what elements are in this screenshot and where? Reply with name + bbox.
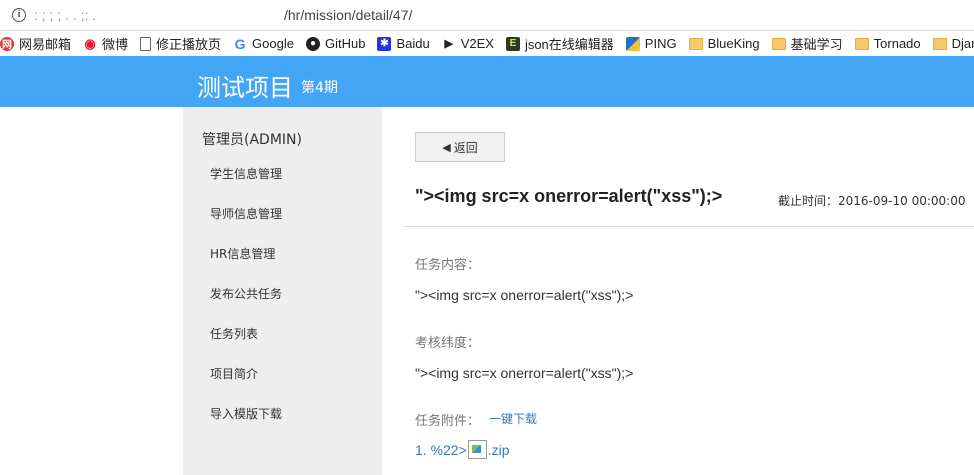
sidebar-item-publish-task[interactable]: 发布公共任务 <box>210 285 282 302</box>
back-button[interactable]: ◀ 返回 <box>415 132 505 162</box>
bookmark-label: Djan <box>951 36 974 51</box>
back-label: 返回 <box>453 140 478 155</box>
google-icon: G <box>234 35 246 52</box>
project-period: 第4期 <box>301 80 338 96</box>
bookmark-label: 修正播放页 <box>156 37 222 52</box>
bookmark-github[interactable]: ● GitHub <box>305 36 366 51</box>
bookmark-label: Tornado <box>873 36 921 51</box>
bookmark-label: json在线编辑器 <box>524 37 614 52</box>
sidebar: 管理员(ADMIN) 学生信息管理 导师信息管理 HR信息管理 发布公共任务 任… <box>183 107 382 475</box>
download-all-link[interactable]: 一键下载 <box>489 410 537 427</box>
address-bar[interactable]: i : ; ; ; . . ;: . /hr/mission/detail/47/ <box>0 0 974 31</box>
url-text[interactable]: : ; ; ; . . ;: . /hr/mission/detail/47/ <box>34 7 412 23</box>
sidebar-item-template-download[interactable]: 导入模版下载 <box>210 405 282 422</box>
attachments-label: 任务附件： <box>415 414 481 429</box>
bookmark-weibo[interactable]: ◉ 微博 <box>83 34 128 53</box>
baidu-icon: ✱ <box>377 36 392 51</box>
site-header: 测试项目 第4期 <box>0 56 974 107</box>
bookmark-label: BlueKing <box>707 36 760 51</box>
bookmark-label: V2EX <box>460 36 494 51</box>
bookmark-baidu[interactable]: ✱ Baidu <box>377 36 430 51</box>
page-icon <box>140 36 152 51</box>
netease-icon: 网 <box>0 36 14 51</box>
info-icon[interactable]: i <box>12 8 26 22</box>
bookmark-netease[interactable]: 网网易邮箱 <box>0 34 71 53</box>
bookmarks-bar: 网网易邮箱 ◉ 微博 修正播放页 G Google ● GitHub ✱ Baidu ▶… <box>0 31 974 56</box>
sidebar-item-project-intro[interactable]: 项目简介 <box>210 365 258 382</box>
bookmark-label: Google <box>252 36 294 51</box>
url-masked-host: : ; ; ; . . ;: . <box>34 7 97 23</box>
task-title: "><img src=x onerror=alert("xss");> <box>415 186 723 206</box>
json-icon: E <box>505 36 520 51</box>
bookmark-label: 微博 <box>102 37 129 52</box>
deadline: 截止时间：2016-09-10 00:00:00 <box>778 192 965 209</box>
arrow-left-icon: ◀ <box>442 140 451 154</box>
bookmark-json[interactable]: Ejson在线编辑器 <box>505 34 614 53</box>
deadline-label: 截止时间： <box>778 194 839 208</box>
url-path: /hr/mission/detail/47/ <box>284 7 413 23</box>
bookmark-label: GitHub <box>324 36 366 51</box>
attachment-link[interactable]: 1. %22> .zip <box>415 440 510 459</box>
ping-icon <box>625 36 640 51</box>
sidebar-item-task-list[interactable]: 任务列表 <box>210 325 258 342</box>
attachment-suffix: .zip <box>487 441 510 458</box>
folder-icon <box>854 37 869 50</box>
sidebar-user: 管理员(ADMIN) <box>202 132 302 148</box>
attachment-prefix: 1. %22> <box>415 441 467 458</box>
folder-icon <box>688 37 703 50</box>
sidebar-item-hr-management[interactable]: HR信息管理 <box>210 245 275 262</box>
deadline-value: 2016-09-10 00:00:00 <box>838 194 966 208</box>
folder-icon <box>771 37 786 50</box>
sidebar-item-mentor-management[interactable]: 导师信息管理 <box>210 205 282 222</box>
bookmark-google[interactable]: G Google <box>233 35 294 52</box>
task-content-label: 任务内容： <box>415 258 481 273</box>
bookmark-basics[interactable]: 基础学习 <box>771 34 843 53</box>
divider <box>403 226 974 227</box>
bookmark-label: 基础学习 <box>790 37 843 52</box>
broken-image-icon <box>467 440 487 459</box>
criteria-label: 考核纬度： <box>415 336 481 351</box>
bookmark-django[interactable]: Djan <box>932 36 974 51</box>
project-title[interactable]: 测试项目 <box>197 68 293 103</box>
bookmark-page[interactable]: 修正播放页 <box>140 34 221 53</box>
bookmark-label: 网易邮箱 <box>19 37 72 52</box>
sidebar-item-student-management[interactable]: 学生信息管理 <box>210 165 282 182</box>
v2ex-icon: ▶ <box>444 38 453 50</box>
bookmark-label: PING <box>644 36 677 51</box>
bookmark-tornado[interactable]: Tornado <box>854 36 921 51</box>
criteria-value: "><img src=x onerror=alert("xss");> <box>415 365 634 381</box>
task-content-value: "><img src=x onerror=alert("xss");> <box>415 287 634 303</box>
bookmark-label: Baidu <box>396 36 430 51</box>
github-icon: ● <box>305 36 320 51</box>
bookmark-v2ex[interactable]: ▶ V2EX <box>442 36 494 51</box>
bookmark-ping[interactable]: PING <box>625 36 677 51</box>
folder-icon <box>932 37 947 50</box>
weibo-icon: ◉ <box>84 35 96 51</box>
bookmark-blueking[interactable]: BlueKing <box>688 36 760 51</box>
